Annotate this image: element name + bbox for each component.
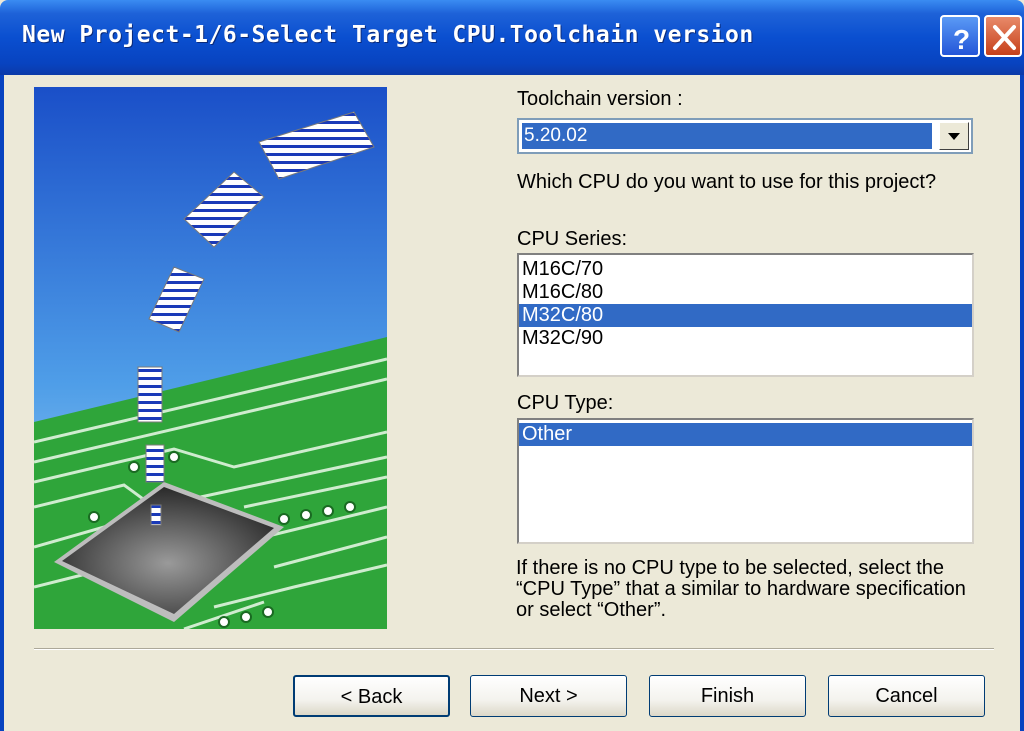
back-button[interactable]: < Back [293, 675, 450, 717]
cancel-button[interactable]: Cancel [828, 675, 985, 717]
wizard-illustration [34, 87, 387, 629]
chevron-down-icon [948, 133, 960, 140]
finish-button[interactable]: Finish [649, 675, 806, 717]
dropdown-button[interactable] [939, 122, 969, 150]
toolchain-version-label: Toolchain version : [517, 88, 683, 110]
close-icon [993, 25, 1016, 50]
list-item[interactable]: M16C/80 [519, 281, 972, 304]
list-item[interactable]: M16C/70 [519, 258, 972, 281]
cpu-type-label: CPU Type: [517, 392, 614, 414]
help-icon: ? [953, 24, 970, 55]
list-item[interactable]: Other [519, 423, 972, 446]
window-border-right [1020, 75, 1024, 731]
svg-text:?: ? [953, 24, 970, 55]
cpu-series-list[interactable]: M16C/70 M16C/80 M32C/80 M32C/90 [517, 253, 974, 377]
next-button[interactable]: Next > [470, 675, 627, 717]
toolchain-version-select[interactable]: 5.20.02 [517, 118, 973, 154]
window-border-left [0, 75, 4, 731]
divider [34, 648, 994, 650]
list-item[interactable]: M32C/80 [519, 304, 972, 327]
list-item[interactable]: M32C/90 [519, 327, 972, 350]
close-button[interactable] [984, 15, 1022, 57]
help-button[interactable]: ? [940, 15, 980, 57]
cpu-question: Which CPU do you want to use for this pr… [517, 171, 937, 193]
window-title: New Project-1/6-Select Target CPU.Toolch… [22, 22, 754, 48]
toolchain-version-value: 5.20.02 [522, 123, 932, 149]
cpu-type-list[interactable]: Other [517, 418, 974, 544]
cpu-series-label: CPU Series: [517, 228, 628, 250]
title-bar[interactable]: New Project-1/6-Select Target CPU.Toolch… [0, 0, 1024, 75]
hint-text: If there is no CPU type to be selected, … [516, 557, 966, 621]
dialog-window: New Project-1/6-Select Target CPU.Toolch… [0, 0, 1024, 731]
